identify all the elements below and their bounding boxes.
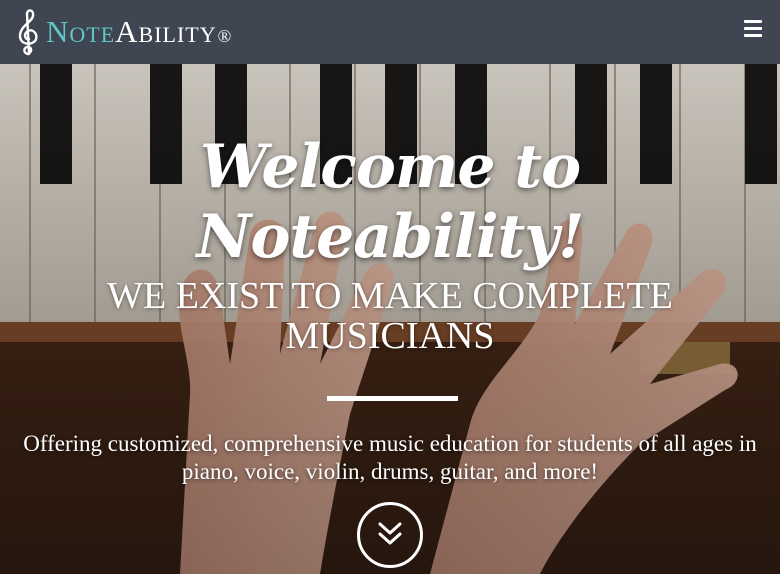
menu-button[interactable] xyxy=(744,20,762,38)
site-logo[interactable]: Note Ability ® xyxy=(14,8,232,56)
brand-name: Note Ability ® xyxy=(46,14,232,50)
hero-section: Welcome to Noteability! We Exist to Make… xyxy=(0,64,780,574)
brand-note-text: Note xyxy=(46,14,116,49)
scroll-down-button[interactable] xyxy=(357,502,423,568)
hero-subtitle: We Exist to Make Complete Musicians xyxy=(107,275,673,357)
top-navbar: Note Ability ® xyxy=(0,0,780,64)
hero-description: Offering customized, comprehensive music… xyxy=(23,431,757,484)
hero-content: Welcome to Noteability! We Exist to Make… xyxy=(0,64,780,574)
hamburger-menu-icon xyxy=(744,20,762,37)
treble-clef-icon xyxy=(18,9,38,56)
hero-title: Welcome to Noteability! xyxy=(196,132,585,272)
brand-ability-text: Ability xyxy=(115,14,217,49)
double-chevron-down-icon xyxy=(378,522,402,545)
registered-mark: ® xyxy=(217,26,233,46)
hero-divider xyxy=(327,396,458,401)
